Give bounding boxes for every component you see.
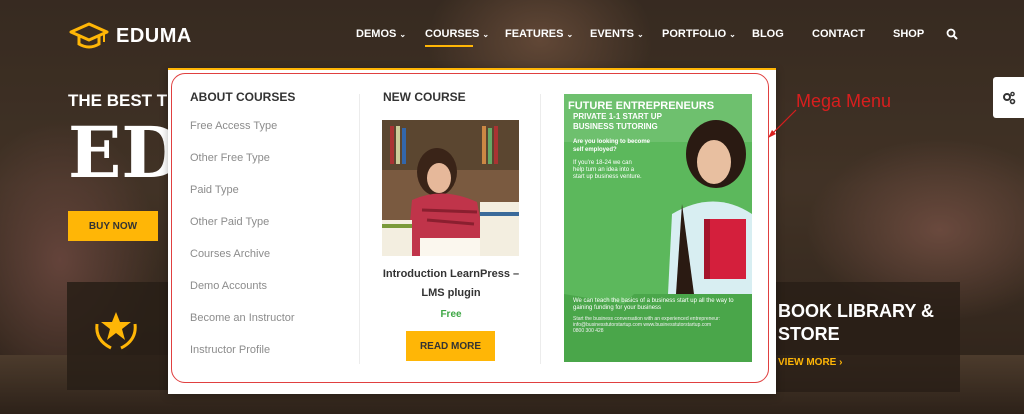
about-courses-list: Free Access Type Other Free Type Paid Ty… bbox=[190, 120, 295, 376]
view-more-label: VIEW MORE bbox=[778, 357, 837, 368]
nav-item-courses[interactable]: COURSES ⌄ bbox=[425, 28, 489, 40]
menu-item-instructor-profile[interactable]: Instructor Profile bbox=[190, 344, 295, 376]
about-courses-title: ABOUT COURSES bbox=[190, 90, 296, 104]
menu-item-other-free-type[interactable]: Other Free Type bbox=[190, 152, 295, 184]
ad-bottom-text: We can teach the basics of a business st… bbox=[573, 298, 734, 311]
nav-item-features[interactable]: FEATURES ⌄ bbox=[505, 28, 573, 40]
nav-item-blog[interactable]: BLOG bbox=[752, 28, 784, 40]
ad-headline: FUTURE ENTREPRENEURS bbox=[568, 100, 715, 112]
nav-item-contact[interactable]: CONTACT bbox=[812, 28, 865, 40]
buy-now-button[interactable]: BUY NOW bbox=[68, 211, 158, 241]
chevron-down-icon: ⌄ bbox=[729, 30, 736, 39]
nav-item-demos[interactable]: DEMOS ⌄ bbox=[356, 28, 406, 40]
entrepreneur-ad-banner[interactable]: FUTURE ENTREPRENEURS PRIVATE 1-1 START U… bbox=[564, 94, 752, 362]
nav-label: CONTACT bbox=[812, 28, 865, 40]
book-library-title: BOOK LIBRARY & STORE bbox=[778, 301, 935, 344]
course-name[interactable]: Introduction LearnPress – LMS plugin bbox=[376, 265, 526, 303]
book-library-box: BOOK LIBRARY & STORE VIEW MORE › bbox=[760, 282, 960, 392]
search-icon[interactable] bbox=[946, 28, 958, 40]
nav-item-events[interactable]: EVENTS ⌄ bbox=[590, 28, 644, 40]
courses-mega-menu: ABOUT COURSES Free Access Type Other Fre… bbox=[168, 68, 776, 394]
nav-item-shop[interactable]: SHOP bbox=[893, 28, 924, 40]
active-nav-underline bbox=[425, 45, 473, 47]
main-nav: DEMOS ⌄ COURSES ⌄ FEATURES ⌄ EVENTS ⌄ PORTFO… bbox=[0, 28, 1024, 44]
chevron-right-icon: › bbox=[839, 357, 843, 368]
column-divider bbox=[540, 94, 541, 364]
chevron-down-icon: ⌄ bbox=[482, 30, 490, 39]
menu-item-paid-type[interactable]: Paid Type bbox=[190, 184, 295, 216]
annotation-label: Mega Menu bbox=[796, 91, 892, 111]
menu-item-free-access-type[interactable]: Free Access Type bbox=[190, 120, 295, 152]
menu-item-other-paid-type[interactable]: Other Paid Type bbox=[190, 216, 295, 248]
read-more-button[interactable]: READ MORE bbox=[406, 331, 495, 361]
menu-item-courses-archive[interactable]: Courses Archive bbox=[190, 248, 295, 280]
ad-contact-text: Start the business conversation with an … bbox=[573, 316, 721, 334]
annotation-arrow-icon bbox=[768, 109, 797, 138]
ad-question: Are you looking to become self employed? bbox=[573, 139, 651, 153]
feature-box bbox=[67, 282, 173, 390]
column-divider bbox=[359, 94, 360, 364]
hero-subtitle: THE BEST T bbox=[68, 91, 168, 110]
ad-paragraph: If you're 18-24 we can help turn an idea… bbox=[573, 160, 642, 180]
gears-icon bbox=[1002, 91, 1015, 104]
nav-label: BLOG bbox=[752, 28, 784, 40]
menu-item-demo-accounts[interactable]: Demo Accounts bbox=[190, 280, 295, 312]
nav-item-portfolio[interactable]: PORTFOLIO ⌄ bbox=[662, 28, 736, 40]
nav-label: SHOP bbox=[893, 28, 925, 40]
nav-label: PORTFOLIO bbox=[662, 28, 727, 40]
settings-button[interactable] bbox=[993, 77, 1024, 118]
ad-subheadline: PRIVATE 1-1 START UP BUSINESS TUTORING bbox=[573, 112, 662, 131]
course-thumbnail[interactable] bbox=[382, 120, 519, 256]
nav-label: DEMOS bbox=[356, 28, 397, 40]
new-course-title: NEW COURSE bbox=[383, 90, 466, 104]
hero-title: ED bbox=[68, 111, 183, 194]
course-price: Free bbox=[440, 309, 462, 320]
chevron-down-icon: ⌄ bbox=[399, 30, 407, 39]
view-more-link[interactable]: VIEW MORE › bbox=[778, 357, 960, 368]
student-studying-image bbox=[382, 120, 519, 256]
chevron-down-icon: ⌄ bbox=[637, 30, 644, 39]
nav-label: COURSES bbox=[425, 28, 480, 40]
nav-label: FEATURES bbox=[505, 28, 564, 40]
menu-item-become-instructor[interactable]: Become an Instructor bbox=[190, 312, 295, 344]
award-star-icon bbox=[95, 312, 137, 350]
nav-label: EVENTS bbox=[590, 28, 635, 40]
chevron-down-icon: ⌄ bbox=[566, 30, 574, 39]
